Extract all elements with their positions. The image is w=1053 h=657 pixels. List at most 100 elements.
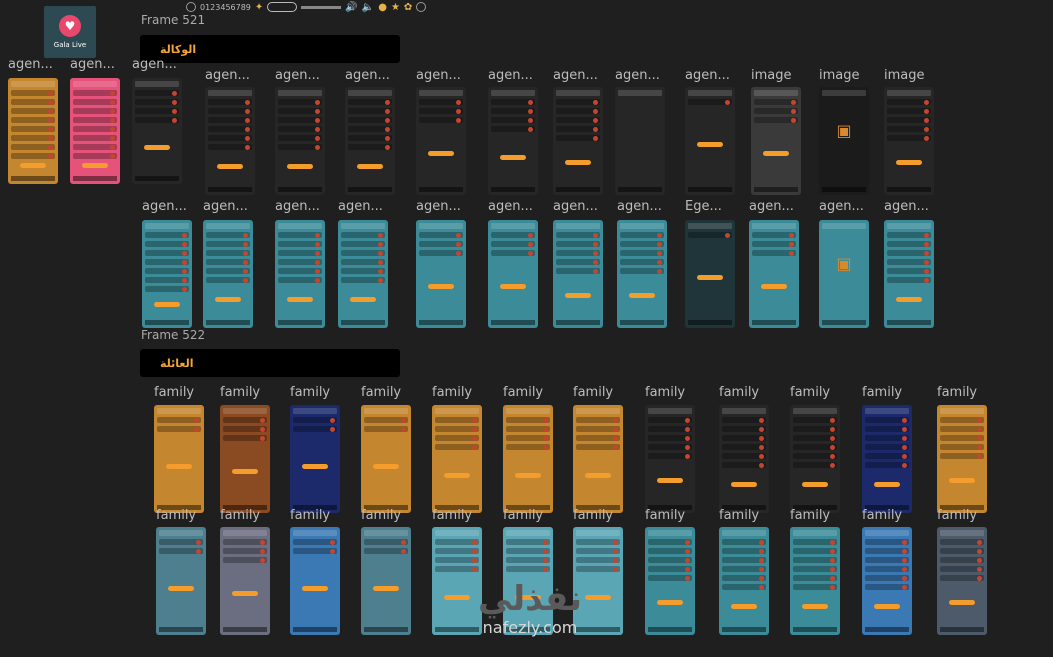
gift-icon[interactable]: ✿ — [404, 2, 412, 13]
banner-text: العائلة — [160, 356, 194, 370]
screen-thumbnail[interactable] — [790, 527, 840, 635]
app-logo: ♥ Gala Live — [44, 6, 96, 58]
frame-label: family — [361, 508, 402, 523]
screen-thumbnail[interactable] — [203, 220, 253, 328]
speaker-icon[interactable]: 🔊 — [345, 2, 357, 13]
heart-icon: ♥ — [59, 15, 81, 37]
screen-thumbnail[interactable] — [488, 87, 538, 195]
frame-label: family — [862, 385, 903, 400]
screen-thumbnail[interactable] — [220, 405, 270, 513]
frame-label: image — [819, 68, 860, 83]
screen-thumbnail[interactable] — [751, 87, 801, 195]
frame-label: family — [719, 385, 760, 400]
screen-thumbnail[interactable] — [503, 405, 553, 513]
frame-label: family — [290, 385, 331, 400]
frame-label: agen... — [416, 199, 461, 214]
screen-thumbnail[interactable] — [488, 220, 538, 328]
screen-thumbnail[interactable] — [132, 78, 182, 184]
slider-icon[interactable] — [301, 5, 342, 9]
screen-thumbnail[interactable] — [884, 220, 934, 328]
screen-thumbnail[interactable] — [937, 405, 987, 513]
screen-thumbnail[interactable] — [645, 405, 695, 513]
frame-label: agen... — [749, 199, 794, 214]
frame-label: family — [220, 508, 261, 523]
frame-label: agen... — [416, 68, 461, 83]
frame-label: agen... — [615, 68, 660, 83]
section-banner: العائلة — [140, 349, 400, 377]
toggle-icon[interactable] — [267, 2, 298, 12]
screen-thumbnail[interactable] — [8, 78, 58, 184]
screen-thumbnail[interactable] — [290, 527, 340, 635]
watermark-latin: nafezly.com — [482, 618, 578, 637]
top-toolbar: 0123456789 ✦ 🔊 🔈 ● ★ ✿ — [186, 0, 427, 14]
frame-label: family — [790, 385, 831, 400]
frame-label: agen... — [70, 57, 115, 72]
frame-label: family — [937, 385, 978, 400]
banner-text: الوكالة — [160, 42, 197, 56]
screen-thumbnail[interactable] — [937, 527, 987, 635]
frame-label: family — [862, 508, 903, 523]
screen-thumbnail[interactable] — [645, 527, 695, 635]
screen-thumbnail[interactable] — [361, 527, 411, 635]
frame-label: family — [937, 508, 978, 523]
coin-icon[interactable]: ● — [378, 2, 387, 13]
frame-label: agen... — [553, 199, 598, 214]
screen-thumbnail[interactable] — [884, 87, 934, 195]
frame-label: agen... — [132, 57, 177, 72]
screen-thumbnail[interactable] — [416, 220, 466, 328]
frame-label: agen... — [685, 68, 730, 83]
screen-thumbnail[interactable] — [862, 405, 912, 513]
frame-label: agen... — [338, 199, 383, 214]
screen-thumbnail[interactable] — [361, 405, 411, 513]
frame-label: agen... — [488, 68, 533, 83]
frame-label: agen... — [275, 199, 320, 214]
screen-thumbnail[interactable] — [345, 87, 395, 195]
grid-icon[interactable]: ✦ — [255, 2, 263, 13]
frame-label: agen... — [142, 199, 187, 214]
circle-icon[interactable] — [186, 2, 196, 12]
frame-label: family — [719, 508, 760, 523]
screen-thumbnail[interactable]: ▣ — [819, 220, 869, 328]
frame-label: agen... — [884, 199, 929, 214]
screen-thumbnail[interactable] — [338, 220, 388, 328]
screen-thumbnail[interactable] — [862, 527, 912, 635]
logo-text: Gala Live — [53, 41, 87, 49]
screen-thumbnail[interactable] — [749, 220, 799, 328]
screen-thumbnail[interactable] — [553, 87, 603, 195]
screen-thumbnail[interactable] — [719, 405, 769, 513]
frame-label: family — [154, 385, 195, 400]
screen-thumbnail[interactable] — [205, 87, 255, 195]
screen-thumbnail[interactable] — [275, 220, 325, 328]
frame-label: agen... — [617, 199, 662, 214]
screen-thumbnail[interactable] — [416, 87, 466, 195]
frame-label: family — [645, 508, 686, 523]
star-icon[interactable]: ★ — [391, 2, 400, 13]
screen-thumbnail[interactable] — [685, 87, 735, 195]
screen-thumbnail[interactable] — [156, 527, 206, 635]
screen-thumbnail[interactable] — [290, 405, 340, 513]
screen-thumbnail[interactable] — [432, 405, 482, 513]
frame-label: family — [573, 385, 614, 400]
frame-label: family — [790, 508, 831, 523]
screen-thumbnail[interactable] — [790, 405, 840, 513]
frame-label: agen... — [345, 68, 390, 83]
screen-thumbnail[interactable] — [220, 527, 270, 635]
frame-title: Frame 521 — [141, 13, 206, 27]
speaker-off-icon[interactable]: 🔈 — [362, 2, 374, 13]
screen-thumbnail[interactable] — [719, 527, 769, 635]
frame-label: agen... — [205, 68, 250, 83]
screen-thumbnail[interactable] — [553, 220, 603, 328]
frame-label: agen... — [203, 199, 248, 214]
box-icon: ▣ — [836, 121, 852, 140]
screen-thumbnail[interactable] — [617, 220, 667, 328]
watermark-arabic: نفذلي — [477, 579, 583, 619]
screen-thumbnail[interactable] — [70, 78, 120, 184]
screen-thumbnail[interactable] — [573, 405, 623, 513]
screen-thumbnail[interactable] — [275, 87, 325, 195]
screen-thumbnail[interactable] — [142, 220, 192, 328]
screen-thumbnail[interactable] — [154, 405, 204, 513]
screen-thumbnail[interactable] — [685, 220, 735, 328]
screen-thumbnail[interactable]: ▣ — [819, 87, 869, 195]
screen-thumbnail[interactable] — [615, 87, 665, 195]
circle-icon[interactable] — [416, 2, 427, 12]
